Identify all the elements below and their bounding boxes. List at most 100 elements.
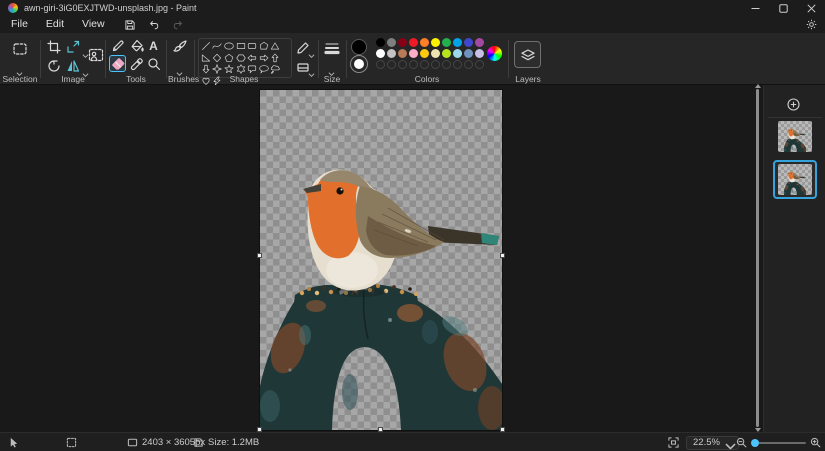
palette-color-1-9[interactable] [475,49,484,58]
settings-gear-icon[interactable] [803,17,819,32]
remove-background-icon[interactable] [88,47,104,63]
line-size-icon[interactable] [324,40,340,56]
palette-color-1-6[interactable] [442,49,451,58]
shape-arrow-left-icon[interactable] [247,53,257,63]
palette-color-0-6[interactable] [442,38,451,47]
add-layer-button[interactable] [786,97,801,112]
zoom-slider-thumb[interactable] [751,439,759,447]
palette-empty-slot[interactable] [431,60,440,69]
palette-empty-slot[interactable] [453,60,462,69]
canvas[interactable] [260,90,502,430]
cursor-position-indicator [8,433,19,451]
color1-swatch[interactable] [351,39,367,55]
palette-empty-slot[interactable] [376,60,385,69]
shape-six-point-star-icon[interactable] [236,64,246,74]
color-picker-tool-button[interactable] [128,55,145,72]
shape-right-triangle-icon[interactable] [201,53,211,63]
resize-icon[interactable] [66,40,80,54]
menu-edit[interactable]: Edit [37,17,73,32]
shape-hexagon-icon[interactable] [236,53,246,63]
flip-icon[interactable] [66,59,80,73]
vertical-scrollbar[interactable] [756,89,759,427]
size-dropdown-chevron-icon[interactable] [328,63,335,67]
menu-file[interactable]: File [2,17,37,32]
fill-tool-button[interactable] [128,37,145,54]
selection-dropdown-chevron-icon[interactable] [16,63,23,67]
eraser-tool-button[interactable] [109,55,126,72]
shape-arrow-down-icon[interactable] [201,64,211,74]
palette-color-1-4[interactable] [420,49,429,58]
palette-empty-slot[interactable] [420,60,429,69]
brush-icon[interactable] [172,39,188,55]
zoom-in-button[interactable] [810,433,821,451]
crop-icon[interactable] [47,40,61,54]
shape-polygon-icon[interactable] [259,41,269,51]
shape-pentagon-icon[interactable] [224,53,234,63]
layer-thumbnail-1[interactable] [778,121,812,152]
shape-oval-icon[interactable] [224,41,234,51]
zoom-slider[interactable] [754,442,806,444]
shape-rounded-callout-icon[interactable] [247,64,257,74]
fill-dropdown-chevron-icon[interactable] [308,64,315,68]
selection-tool-button[interactable] [10,39,30,59]
flip-dropdown-chevron-icon[interactable] [82,64,89,68]
layers-button[interactable] [514,41,541,68]
text-tool-button[interactable]: A [145,37,162,54]
zoom-out-icon [736,437,747,448]
outline-dropdown-chevron-icon[interactable] [308,45,315,49]
palette-color-1-5[interactable] [431,49,440,58]
palette-color-0-5[interactable] [431,38,440,47]
undo-icon[interactable] [148,19,160,31]
palette-color-0-4[interactable] [420,38,429,47]
shape-line-icon[interactable] [201,41,211,51]
menu-view[interactable]: View [73,17,114,32]
minimize-button[interactable] [741,0,769,16]
shape-arrow-right-icon[interactable] [259,53,269,63]
palette-color-0-3[interactable] [409,38,418,47]
color2-swatch[interactable] [354,59,364,69]
shape-five-point-star-icon[interactable] [224,64,234,74]
palette-color-0-1[interactable] [387,38,396,47]
shape-diamond-icon[interactable] [212,53,222,63]
maximize-button[interactable] [769,0,797,16]
palette-empty-slot[interactable] [475,60,484,69]
palette-color-0-2[interactable] [398,38,407,47]
shape-curve-icon[interactable] [212,41,222,51]
pencil-tool-button[interactable] [109,37,126,54]
color-palette [375,37,485,70]
palette-color-0-9[interactable] [475,38,484,47]
close-button[interactable] [797,0,825,16]
palette-color-1-3[interactable] [409,49,418,58]
resize-handle-left[interactable] [257,253,262,258]
palette-empty-slot[interactable] [464,60,473,69]
magnifier-tool-button[interactable] [145,55,162,72]
palette-empty-slot[interactable] [409,60,418,69]
zoom-level-dropdown[interactable]: 22.5% [686,433,739,451]
palette-empty-slot[interactable] [398,60,407,69]
palette-empty-slot[interactable] [387,60,396,69]
palette-color-0-0[interactable] [376,38,385,47]
shape-triangle-icon[interactable] [270,41,280,51]
palette-color-0-8[interactable] [464,38,473,47]
shape-four-point-star-icon[interactable] [212,64,222,74]
palette-color-0-7[interactable] [453,38,462,47]
palette-color-1-2[interactable] [398,49,407,58]
layer-thumbnail-2[interactable] [778,164,812,195]
shape-oval-callout-icon[interactable] [259,64,269,74]
palette-empty-slot[interactable] [442,60,451,69]
palette-color-1-7[interactable] [453,49,462,58]
brushes-dropdown-chevron-icon[interactable] [176,63,183,67]
palette-color-1-0[interactable] [376,49,385,58]
zoom-out-button[interactable] [736,433,747,451]
palette-color-1-8[interactable] [464,49,473,58]
save-icon[interactable] [124,19,136,31]
shape-cloud-callout-icon[interactable] [270,64,280,74]
resize-handle-right[interactable] [500,253,505,258]
shape-rectangle-icon[interactable] [236,41,246,51]
edit-colors-wheel-icon[interactable] [487,46,502,61]
rotate-icon[interactable] [47,59,61,73]
shape-rounded-rectangle-icon[interactable] [247,41,257,51]
shape-arrow-up-icon[interactable] [270,53,280,63]
palette-color-1-1[interactable] [387,49,396,58]
fit-to-window-button[interactable] [668,433,679,451]
